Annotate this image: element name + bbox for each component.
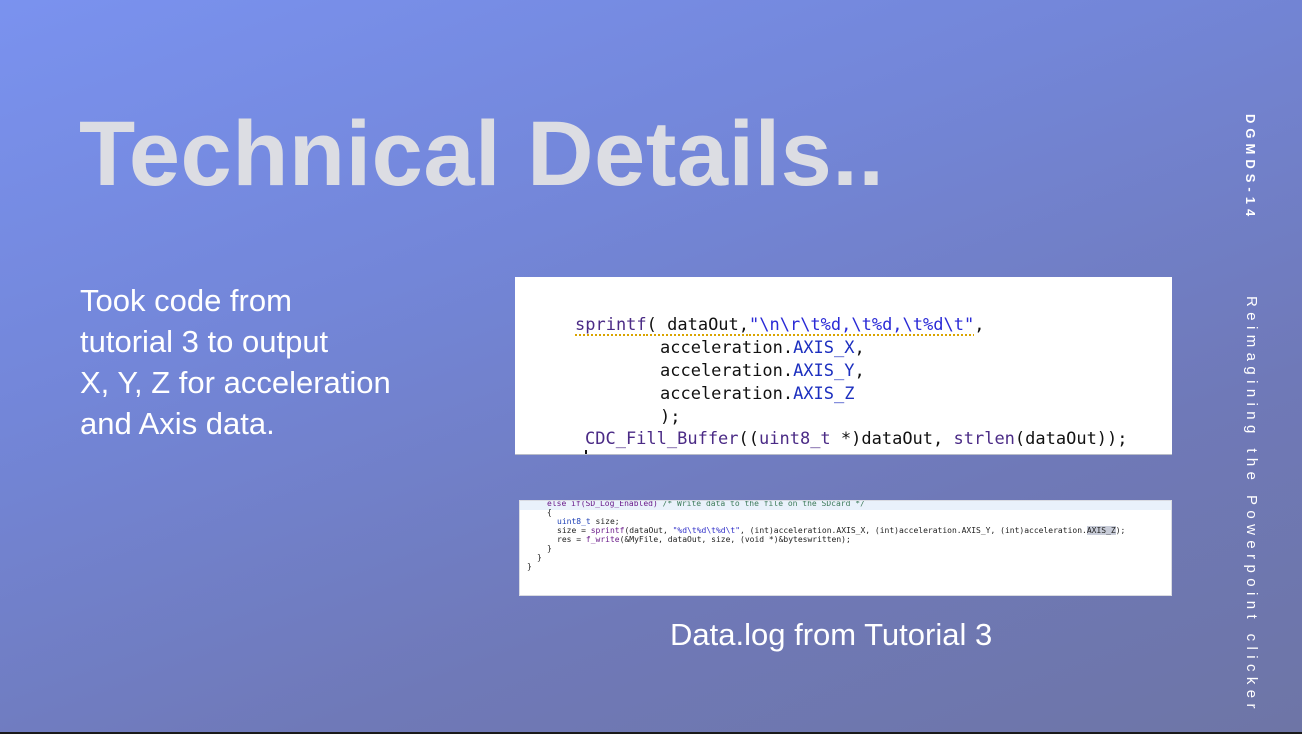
code-token: *)dataOut, xyxy=(830,429,954,449)
code-token: else if(SD_Log_Enabled) xyxy=(547,500,663,508)
body-line: Took code from xyxy=(80,283,292,318)
code-line: sprintf( dataOut,"\n\r\t%d,\t%d,\t%d\t", xyxy=(575,314,984,337)
code-token: res = xyxy=(557,535,586,544)
course-code-label: DGMDS-14 xyxy=(1243,114,1258,222)
code-token: , xyxy=(974,315,985,335)
code-line: else if(SD_Log_Enabled) /* Write data to… xyxy=(547,500,865,509)
code-token: size = xyxy=(557,526,591,535)
slide: Technical Details.. Took code from tutor… xyxy=(0,0,1302,732)
body-line: tutorial 3 to output xyxy=(80,324,329,359)
code-token: strlen xyxy=(953,429,1015,449)
code-token: sprintf xyxy=(575,315,647,335)
code-comment: /* Write data to the file on the SDcard … xyxy=(662,500,865,508)
code-string: "\n\r\t%d,\t%d,\t%d\t" xyxy=(749,315,975,335)
code-token: uint8_t xyxy=(759,429,831,449)
code-line: { xyxy=(547,508,552,517)
code-token: CDC_Fill_Buffer xyxy=(585,429,739,449)
code-line: CDC_Fill_Buffer((uint8_t *)dataOut, strl… xyxy=(585,428,1128,451)
code-token: , xyxy=(854,338,865,358)
code-token: AXIS_Z xyxy=(793,384,855,404)
code-token: uint8_t xyxy=(557,517,591,526)
code-token: (( xyxy=(738,429,760,449)
code-token: (&MyFile, dataOut, size, (void *)&bytesw… xyxy=(619,535,851,544)
code-token: , xyxy=(854,361,865,381)
code-screenshot-data-log: else if(SD_Log_Enabled) /* Write data to… xyxy=(519,500,1172,596)
code-highlight: AXIS_Z xyxy=(1086,526,1116,535)
code-screenshot-sprintf: sprintf( dataOut,"\n\r\t%d,\t%d,\t%d\t",… xyxy=(515,277,1172,455)
code-token: AXIS_Y xyxy=(793,361,855,381)
code-line: acceleration.AXIS_X, xyxy=(660,337,865,360)
code-line: ); xyxy=(660,407,681,427)
code-caption: Data.log from Tutorial 3 xyxy=(670,617,993,652)
body-line: and Axis data. xyxy=(80,406,275,441)
code-token: ( dataOut, xyxy=(646,315,750,335)
code-line: acceleration.AXIS_Y, xyxy=(660,360,865,383)
code-line: res = f_write(&MyFile, dataOut, size, (v… xyxy=(557,535,851,545)
code-token: ); xyxy=(1115,526,1126,535)
code-line: } xyxy=(527,562,532,571)
code-token: size; xyxy=(590,517,620,526)
code-line: } xyxy=(537,553,542,562)
code-token: acceleration. xyxy=(660,384,794,404)
body-text: Took code from tutorial 3 to output X, Y… xyxy=(80,280,480,444)
text-cursor xyxy=(585,450,587,454)
code-line: } xyxy=(547,544,552,553)
code-token: (dataOut, xyxy=(624,526,673,535)
body-line: X, Y, Z for acceleration xyxy=(80,365,391,400)
code-token: f_write xyxy=(585,535,620,544)
code-token: sprintf xyxy=(590,526,625,535)
code-string: "%d\t%d\t%d\t" xyxy=(672,526,741,535)
code-token: (dataOut)); xyxy=(1014,429,1128,449)
code-line: acceleration.AXIS_Z xyxy=(660,383,854,406)
slide-title: Technical Details.. xyxy=(79,103,885,205)
code-token: , (int)acceleration.AXIS_X, (int)acceler… xyxy=(740,526,1087,535)
code-token: acceleration. xyxy=(660,361,794,381)
project-title-label: Reimagining the Powerpoint clicker xyxy=(1243,296,1260,714)
code-token: AXIS_X xyxy=(793,338,855,358)
code-token: acceleration. xyxy=(660,338,794,358)
